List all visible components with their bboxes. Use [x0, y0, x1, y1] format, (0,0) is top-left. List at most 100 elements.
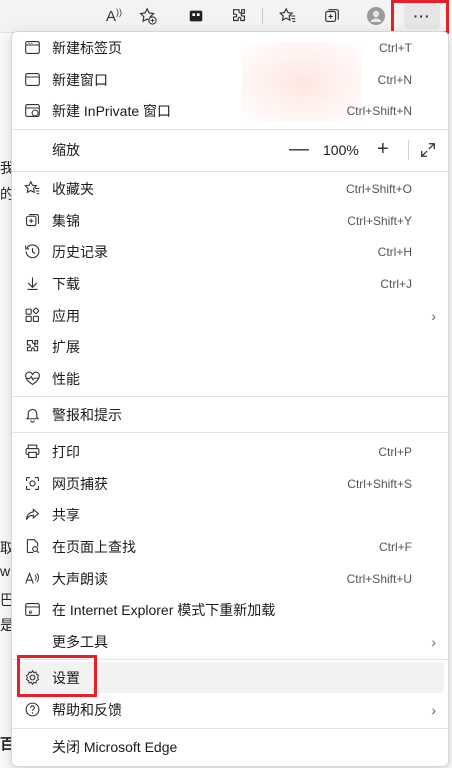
menu-item-label: 新建标签页 — [52, 39, 122, 56]
menu-item-label: 性能 — [52, 370, 80, 387]
shortcut-text: Ctrl+Shift+S — [347, 476, 412, 491]
inprivate-icon — [22, 101, 42, 121]
menu-divider — [12, 129, 448, 130]
favorites-icon — [22, 179, 42, 199]
highlight-more-button — [391, 0, 449, 34]
menu-item-web-capture[interactable]: 网页捕获 Ctrl+Shift+S — [12, 468, 448, 499]
toolbar-divider — [262, 8, 263, 24]
chevron-right-icon: › — [431, 633, 436, 650]
favorites-button[interactable] — [274, 3, 302, 29]
menu-item-label: 关闭 Microsoft Edge — [52, 738, 178, 755]
star-add-icon — [139, 7, 157, 25]
menu-item-history[interactable]: 历史记录 Ctrl+H — [12, 236, 448, 267]
fullscreen-button[interactable] — [418, 140, 438, 160]
collections-icon — [325, 9, 339, 22]
find-on-page-icon — [22, 537, 42, 557]
menu-item-label: 新建 InPrivate 窗口 — [52, 102, 172, 119]
menu-item-label: 缩放 — [52, 141, 80, 158]
fullscreen-icon — [421, 142, 435, 157]
shortcut-text: Ctrl+T — [379, 40, 412, 55]
menu-item-favorites[interactable]: 收藏夹 Ctrl+Shift+O — [12, 173, 448, 204]
menu-item-label: 在 Internet Explorer 模式下重新加载 — [52, 601, 276, 618]
shortcut-text: Ctrl+Shift+Y — [347, 213, 412, 228]
menu-item-label: 下载 — [52, 275, 80, 292]
menu-item-label: 帮助和反馈 — [52, 701, 122, 718]
menu-item-print[interactable]: 打印 Ctrl+P — [12, 436, 448, 467]
menu-item-label: 大声朗读 — [52, 570, 108, 587]
shortcut-text: Ctrl+Shift+N — [346, 103, 412, 118]
shortcut-text: Ctrl+J — [380, 276, 412, 291]
menu-item-label: 历史记录 — [52, 243, 108, 260]
profile-button[interactable] — [362, 3, 390, 29]
menu-divider — [12, 171, 448, 172]
menu-item-zoom: 缩放 — 100% + — [12, 134, 448, 165]
menu-item-label: 打印 — [52, 443, 80, 460]
printer-icon — [22, 442, 42, 462]
game-extension-icon — [189, 10, 203, 22]
menu-item-more-tools[interactable]: 更多工具 › — [12, 626, 448, 657]
menu-item-label: 共享 — [52, 506, 80, 523]
shortcut-text: Ctrl+Shift+O — [345, 181, 412, 196]
menu-item-alerts[interactable]: 警报和提示 — [12, 399, 448, 430]
menu-item-ie-mode-reload[interactable]: e 在 Internet Explorer 模式下重新加载 — [12, 594, 448, 625]
menu-item-close-edge[interactable]: 关闭 Microsoft Edge — [12, 731, 448, 762]
menu-item-new-inprivate-window[interactable]: 新建 InPrivate 窗口 Ctrl+Shift+N — [12, 95, 448, 126]
menu-item-label: 更多工具 — [52, 633, 108, 650]
highlight-settings-item — [17, 655, 97, 697]
puzzle-icon — [233, 9, 245, 22]
zoom-level: 100% — [323, 141, 359, 158]
collections-icon — [22, 211, 42, 231]
menu-item-label: 网页捕获 — [52, 475, 108, 492]
menu-item-read-aloud[interactable]: 大声朗读 Ctrl+Shift+U — [12, 563, 448, 594]
menu-item-label: 集锦 — [52, 212, 80, 229]
svg-text:e: e — [28, 609, 32, 616]
download-icon — [22, 274, 42, 294]
new-window-icon — [22, 70, 42, 90]
read-aloud-icon — [22, 569, 42, 589]
menu-item-new-window[interactable]: 新建窗口 Ctrl+N — [12, 64, 448, 95]
menu-item-apps[interactable]: 应用 › — [12, 300, 448, 331]
read-aloud-icon: A — [105, 7, 116, 25]
chevron-right-icon: › — [431, 701, 436, 718]
menu-item-label: 在页面上查找 — [52, 538, 136, 555]
heartbeat-icon — [22, 369, 42, 389]
zoom-in-button[interactable]: + — [377, 138, 389, 161]
shortcut-text: Ctrl+F — [379, 539, 412, 554]
menu-item-collections[interactable]: 集锦 Ctrl+Shift+Y — [12, 205, 448, 236]
zoom-out-button[interactable]: — — [289, 138, 309, 161]
read-aloud-button[interactable]: A)) — [100, 3, 128, 29]
add-favorite-button[interactable] — [134, 3, 162, 29]
extensions-button[interactable] — [225, 3, 253, 29]
new-tab-icon — [22, 38, 42, 58]
bell-icon — [22, 405, 42, 425]
menu-item-label: 收藏夹 — [52, 180, 94, 197]
web-capture-icon — [22, 474, 42, 494]
menu-item-label: 警报和提示 — [52, 406, 122, 423]
menu-item-performance[interactable]: 性能 — [12, 363, 448, 394]
menu-item-downloads[interactable]: 下载 Ctrl+J — [12, 268, 448, 299]
shortcut-text: Ctrl+P — [378, 444, 412, 459]
puzzle-icon — [22, 337, 42, 357]
collections-button[interactable] — [318, 3, 346, 29]
menu-item-label: 新建窗口 — [52, 71, 108, 88]
menu-divider — [12, 396, 448, 397]
ie-mode-icon: e — [22, 600, 42, 620]
menu-item-find-on-page[interactable]: 在页面上查找 Ctrl+F — [12, 531, 448, 562]
menu-item-help-feedback[interactable]: 帮助和反馈 › — [12, 694, 448, 725]
menu-item-label: 应用 — [52, 307, 80, 324]
browser-toolbar: A)) ··· — [0, 0, 452, 33]
favorites-star-icon — [279, 7, 296, 22]
avatar-icon — [367, 7, 385, 25]
menu-divider — [12, 432, 448, 433]
shortcut-text: Ctrl+H — [377, 244, 412, 259]
apps-icon — [22, 306, 42, 326]
menu-item-new-tab[interactable]: 新建标签页 Ctrl+T — [12, 32, 448, 63]
extension-tile-button[interactable] — [182, 3, 210, 29]
shortcut-text: Ctrl+Shift+U — [346, 571, 412, 586]
menu-item-share[interactable]: 共享 — [12, 499, 448, 530]
share-icon — [22, 505, 42, 525]
menu-divider — [12, 728, 448, 729]
menu-item-extensions[interactable]: 扩展 — [12, 331, 448, 362]
menu-item-label: 扩展 — [52, 338, 80, 355]
chevron-right-icon: › — [431, 307, 436, 324]
